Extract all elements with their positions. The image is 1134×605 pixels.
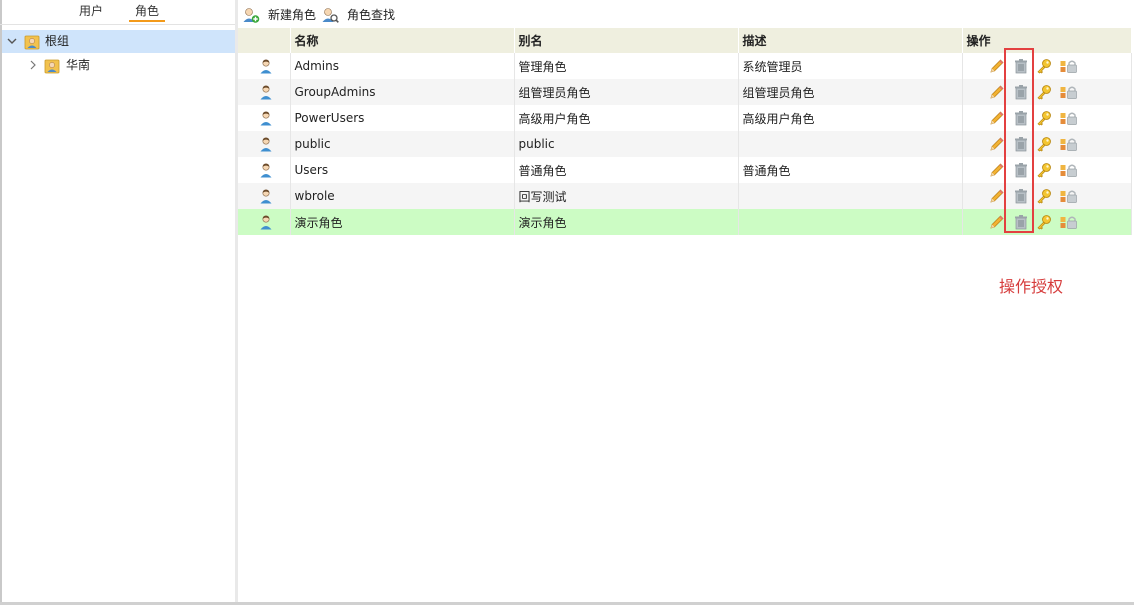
role-desc	[738, 209, 963, 235]
role-user-icon	[258, 85, 274, 100]
role-desc	[738, 131, 963, 157]
user-folder-icon	[24, 34, 40, 50]
role-name: PowerUsers	[290, 105, 515, 131]
column-header-actions: 操作	[962, 28, 1132, 53]
role-actions-cell	[962, 53, 1132, 79]
permission-lock-icon[interactable]	[1060, 214, 1077, 230]
role-icon-cell	[238, 209, 291, 235]
role-table: 名称 别名 描述 操作 Admins 管理角色 系统管理员 GroupAdmin…	[238, 28, 1132, 235]
role-user-icon	[258, 189, 274, 204]
find-role-label: 角色查找	[347, 8, 396, 22]
table-row[interactable]: GroupAdmins 组管理员角色 组管理员角色	[238, 79, 1132, 105]
role-icon-cell	[238, 79, 291, 105]
tree-node-label: 根组	[45, 34, 70, 48]
authorize-key-icon[interactable]	[1036, 136, 1052, 152]
permission-lock-icon[interactable]	[1060, 58, 1077, 74]
tree-node-label: 华南	[66, 58, 91, 72]
role-user-icon	[258, 137, 274, 152]
authorize-key-icon[interactable]	[1036, 188, 1052, 204]
column-header-name[interactable]: 名称	[290, 28, 515, 53]
role-name: Admins	[290, 53, 515, 79]
edit-pencil-icon[interactable]	[989, 188, 1005, 204]
column-header-icon	[238, 28, 291, 53]
role-desc: 系统管理员	[738, 53, 963, 79]
role-desc: 高级用户角色	[738, 105, 963, 131]
table-row[interactable]: wbrole 回写测试	[238, 183, 1132, 209]
role-icon-cell	[238, 157, 291, 183]
role-name: 演示角色	[290, 209, 515, 235]
permission-lock-icon[interactable]	[1060, 84, 1077, 100]
table-row[interactable]: public public	[238, 131, 1132, 157]
role-user-icon	[258, 215, 274, 230]
role-actions-cell	[962, 157, 1132, 183]
permission-lock-icon[interactable]	[1060, 162, 1077, 178]
role-name: public	[290, 131, 515, 157]
add-role-icon	[242, 6, 260, 24]
role-panel: 新建角色 角色查找 名称 别名 描述 操作 Admins 管理角色 系统管理员 …	[238, 0, 1134, 605]
chevron-right-icon[interactable]	[28, 54, 38, 86]
role-name: wbrole	[290, 183, 515, 209]
edit-pencil-icon[interactable]	[989, 84, 1005, 100]
role-user-icon	[258, 111, 274, 126]
table-header-row: 名称 别名 描述 操作	[238, 28, 1132, 53]
table-row[interactable]: Admins 管理角色 系统管理员	[238, 53, 1132, 79]
role-actions-cell	[962, 105, 1132, 131]
tab-users[interactable]: 用户	[79, 2, 103, 20]
role-alias: 高级用户角色	[514, 105, 739, 131]
permission-lock-icon[interactable]	[1060, 110, 1077, 126]
role-alias: 演示角色	[514, 209, 739, 235]
authorize-key-icon[interactable]	[1036, 58, 1052, 74]
authorize-key-icon[interactable]	[1036, 110, 1052, 126]
authorize-key-icon[interactable]	[1036, 162, 1052, 178]
role-alias: 管理角色	[514, 53, 739, 79]
role-icon-cell	[238, 105, 291, 131]
annotation-label: 操作授权	[999, 277, 1064, 296]
new-role-label: 新建角色	[268, 8, 317, 22]
tree-node-root[interactable]: 根组	[2, 30, 235, 53]
edit-pencil-icon[interactable]	[989, 136, 1005, 152]
permission-lock-icon[interactable]	[1060, 188, 1077, 204]
edit-pencil-icon[interactable]	[989, 214, 1005, 230]
left-tabs: 用户 角色	[0, 0, 235, 25]
table-row[interactable]: Users 普通角色 普通角色	[238, 157, 1132, 183]
role-actions-cell	[962, 79, 1132, 105]
role-desc: 组管理员角色	[738, 79, 963, 105]
role-alias: 回写测试	[514, 183, 739, 209]
column-header-alias[interactable]: 别名	[514, 28, 739, 53]
role-user-icon	[258, 59, 274, 74]
toolbar: 新建角色 角色查找	[238, 0, 1134, 28]
role-desc	[738, 183, 963, 209]
annotation-highlight-box	[1004, 48, 1034, 233]
tree-node-child[interactable]: 华南	[2, 54, 235, 77]
find-role-button[interactable]: 角色查找	[321, 6, 401, 24]
user-folder-icon	[44, 58, 60, 74]
permission-lock-icon[interactable]	[1060, 136, 1077, 152]
role-alias: 普通角色	[514, 157, 739, 183]
edit-pencil-icon[interactable]	[989, 162, 1005, 178]
role-icon-cell	[238, 53, 291, 79]
role-icon-cell	[238, 131, 291, 157]
edit-pencil-icon[interactable]	[989, 110, 1005, 126]
table-row[interactable]: 演示角色 演示角色	[238, 209, 1132, 235]
left-edge	[0, 0, 2, 605]
role-name: Users	[290, 157, 515, 183]
authorize-key-icon[interactable]	[1036, 84, 1052, 100]
role-icon-cell	[238, 183, 291, 209]
authorize-key-icon[interactable]	[1036, 214, 1052, 230]
role-alias: public	[514, 131, 739, 157]
role-user-icon	[258, 163, 274, 178]
role-actions-cell	[962, 209, 1132, 235]
role-actions-cell	[962, 183, 1132, 209]
tab-roles[interactable]: 角色	[129, 2, 166, 22]
table-row[interactable]: PowerUsers 高级用户角色 高级用户角色	[238, 105, 1132, 131]
role-actions-cell	[962, 131, 1132, 157]
role-desc: 普通角色	[738, 157, 963, 183]
left-panel: 用户 角色 根组 华南	[0, 0, 236, 605]
edit-pencil-icon[interactable]	[989, 58, 1005, 74]
role-alias: 组管理员角色	[514, 79, 739, 105]
role-name: GroupAdmins	[290, 79, 515, 105]
search-role-icon	[321, 6, 339, 24]
new-role-button[interactable]: 新建角色	[242, 6, 318, 24]
column-header-desc[interactable]: 描述	[738, 28, 963, 53]
